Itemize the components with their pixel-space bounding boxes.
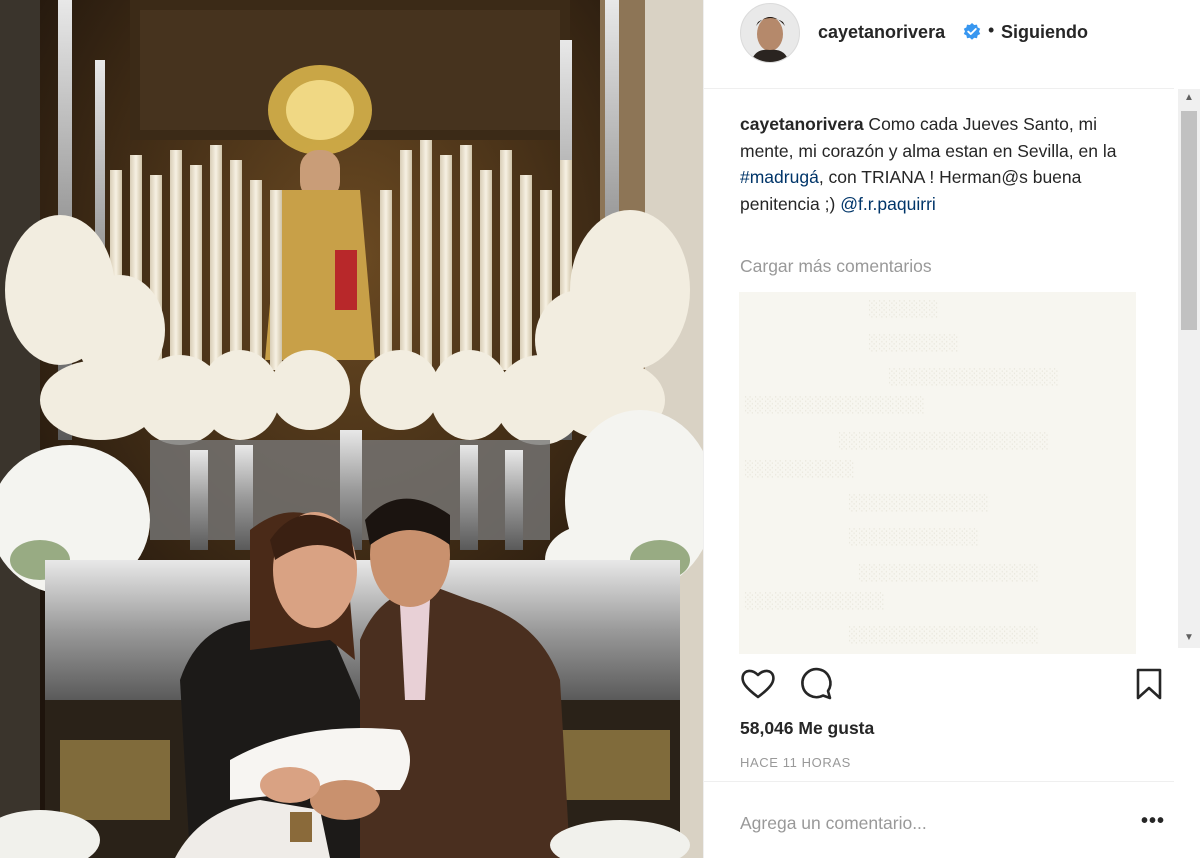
following-button[interactable]: Siguiendo xyxy=(1001,22,1088,43)
comment-input[interactable] xyxy=(740,810,1100,836)
caption-username[interactable]: cayetanorivera xyxy=(740,114,864,134)
scroll-up-arrow-icon[interactable]: ▲ xyxy=(1178,89,1200,107)
scroll-down-arrow-icon[interactable]: ▼ xyxy=(1178,629,1200,647)
add-comment-bar: ••• xyxy=(704,781,1174,859)
post-timestamp[interactable]: HACE 11 HORAS xyxy=(740,755,851,770)
blurred-comments-area: ░░░░░░░ ░░░░░░░░░ ░░░░░░░░░░░░░░░░░ ░░░░… xyxy=(739,292,1136,654)
likes-count[interactable]: 58,046 Me gusta xyxy=(740,718,874,739)
caption-hashtag[interactable]: #madrugá xyxy=(740,167,819,187)
comments-section: cayetanorivera Como cada Jueves Santo, m… xyxy=(704,89,1200,654)
post-photo-illustration xyxy=(0,0,703,858)
post-details-panel: cayetanorivera • Siguiendo cayetanoriver… xyxy=(703,0,1200,858)
comments-scrollbar[interactable]: ▲ ▼ xyxy=(1178,89,1200,648)
verified-badge-icon xyxy=(963,23,981,40)
heart-icon[interactable] xyxy=(738,664,778,704)
post-photo[interactable] xyxy=(0,0,703,858)
post-actions-bar xyxy=(704,654,1174,710)
comment-bubble-icon[interactable] xyxy=(797,664,837,704)
more-options-icon[interactable]: ••• xyxy=(1141,810,1165,833)
post-caption: cayetanorivera Como cada Jueves Santo, m… xyxy=(740,111,1140,217)
caption-mention[interactable]: @f.r.paquirri xyxy=(840,194,936,214)
avatar[interactable] xyxy=(740,3,800,63)
scrollbar-thumb[interactable] xyxy=(1181,111,1197,330)
bookmark-icon[interactable] xyxy=(1129,664,1169,704)
load-more-comments-link[interactable]: Cargar más comentarios xyxy=(740,256,932,277)
post-header: cayetanorivera • Siguiendo xyxy=(704,0,1174,89)
header-separator: • xyxy=(988,20,995,40)
header-username[interactable]: cayetanorivera xyxy=(818,22,945,43)
avatar-image xyxy=(741,4,799,62)
